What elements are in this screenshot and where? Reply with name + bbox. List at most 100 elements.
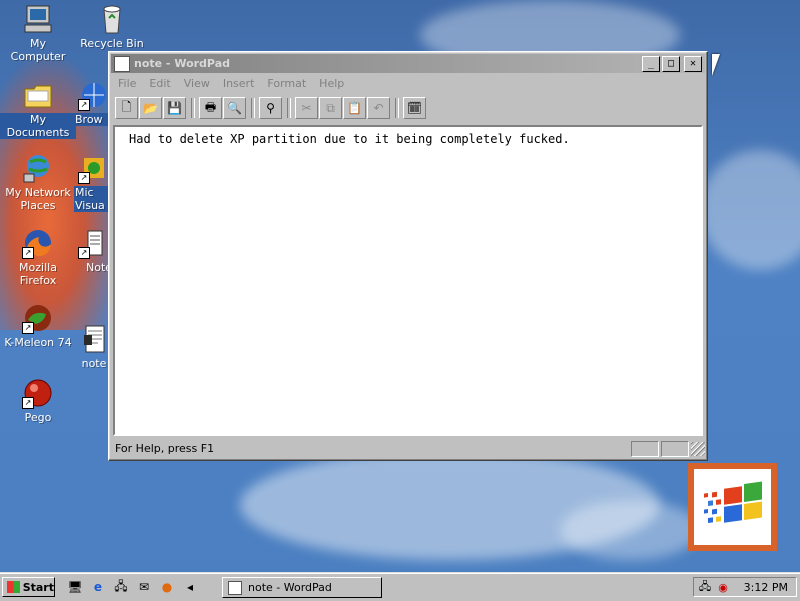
desktop-icon-mozilla-firefox[interactable]: ↗ Mozilla Firefox — [0, 227, 76, 287]
desktop-icon-my-network-places[interactable]: My Network Places — [0, 152, 76, 212]
media-icon[interactable]: ◂ — [181, 578, 199, 596]
pego-icon: ↗ — [22, 377, 54, 409]
desktop-icon-my-computer[interactable]: My Computer — [0, 3, 76, 63]
windows-flag-icon — [704, 481, 762, 524]
system-tray: 🖧 ◉ 3:12 PM — [693, 577, 797, 597]
desktop-icon-label: My Documents — [0, 113, 76, 139]
title-bar[interactable]: note - WordPad _ □ ✕ — [111, 54, 705, 73]
new-document-icon: 🗋 — [121, 99, 132, 114]
toolbar: 🗋 📂 💾 🖶 🔍 ⚲ ✂ ⧉ 📋 ↶ 🗓 — [115, 95, 427, 121]
mouse-pointer-icon — [712, 54, 728, 76]
desktop-icon-label: K-Meleon 74 — [4, 336, 72, 349]
undo-icon: ↶ — [373, 101, 384, 115]
desktop-icon-recycle-bin[interactable]: Recycle Bin — [74, 3, 150, 50]
document-text[interactable]: Had to delete XP partition due to it bei… — [115, 127, 701, 146]
firefox-icon: ↗ — [22, 227, 54, 259]
desktop-icon-pego[interactable]: ↗ Pego — [0, 377, 76, 424]
desktop-icon-label: Pego — [24, 411, 52, 424]
printer-icon: 🖶 — [204, 99, 217, 114]
minimize-button[interactable]: _ — [642, 55, 660, 72]
print-preview-button[interactable]: 🔍 — [223, 97, 246, 119]
shortcut-arrow-icon: ↗ — [78, 172, 90, 184]
windows-flag-icon — [7, 581, 20, 593]
browser-icon: ↗ — [78, 79, 110, 111]
menu-view[interactable]: View — [177, 77, 216, 90]
desktop-icon-k-meleon[interactable]: ↗ K-Meleon 74 — [0, 302, 76, 349]
windows-logo-panel — [694, 469, 771, 545]
window-title: note - WordPad — [134, 57, 230, 70]
scissors-icon: ✂ — [301, 101, 312, 115]
taskbar-button-wordpad[interactable]: note - WordPad — [222, 577, 382, 598]
desktop-icon-label: Recycle Bin — [80, 37, 144, 50]
copy-button[interactable]: ⧉ — [319, 97, 342, 119]
shortcut-arrow-icon: ↗ — [78, 99, 90, 111]
toolbar-separator — [395, 98, 399, 118]
toolbar-separator — [191, 98, 195, 118]
start-button[interactable]: Start — [2, 577, 55, 597]
status-pane — [661, 440, 689, 457]
calendar-clock-icon: 🗓 — [406, 101, 423, 115]
date-time-button[interactable]: 🗓 — [403, 97, 426, 119]
close-button[interactable]: ✕ — [684, 55, 702, 72]
shortcut-arrow-icon: ↗ — [22, 397, 34, 409]
print-button[interactable]: 🖶 — [199, 97, 222, 119]
network-tray-icon[interactable]: 🖧 — [698, 580, 712, 594]
show-desktop-icon[interactable]: 🖥 — [66, 578, 84, 596]
menu-format[interactable]: Format — [260, 77, 312, 90]
document-area[interactable]: Had to delete XP partition due to it bei… — [113, 125, 703, 436]
taskbar: Start 🖥 e 🖧 ✉ ● ◂ note - WordPad 🖧 ◉ 3:1… — [0, 572, 800, 601]
clock[interactable]: 3:12 PM — [744, 581, 788, 594]
quick-launch: 🖥 e 🖧 ✉ ● ◂ — [66, 577, 204, 597]
binoculars-icon: ⚲ — [266, 101, 275, 115]
menu-file[interactable]: File — [111, 77, 142, 90]
recycle-bin-icon — [96, 3, 128, 35]
wallpaper-cloud — [560, 500, 700, 560]
open-button[interactable]: 📂 — [139, 97, 162, 119]
resize-grip-icon[interactable] — [691, 441, 705, 456]
desktop-icon-label: Mozilla Firefox — [19, 261, 57, 287]
menu-edit[interactable]: Edit — [142, 77, 176, 90]
find-button[interactable]: ⚲ — [259, 97, 282, 119]
firefox-icon[interactable]: ● — [158, 578, 176, 596]
kmeleon-icon: ↗ — [22, 302, 54, 334]
outlook-icon[interactable]: ✉ — [135, 578, 153, 596]
desktop-icon-my-documents[interactable]: My Documents — [0, 79, 76, 139]
maximize-button[interactable]: □ — [662, 55, 680, 72]
desktop-icon-label: My Network Places — [5, 186, 71, 212]
internet-explorer-icon[interactable]: e — [89, 578, 107, 596]
network-icon — [22, 152, 54, 184]
paste-button[interactable]: 📋 — [343, 97, 366, 119]
toolbar-separator — [287, 98, 291, 118]
undo-button[interactable]: ↶ — [367, 97, 390, 119]
visual-icon: ↗ — [78, 152, 110, 184]
menu-insert[interactable]: Insert — [216, 77, 261, 90]
windows-logo — [688, 463, 777, 551]
toolbar-separator — [251, 98, 255, 118]
volume-tray-icon[interactable]: ◉ — [716, 580, 730, 594]
notepad-icon: ↗ — [78, 227, 110, 259]
save-button[interactable]: 💾 — [163, 97, 186, 119]
status-text: For Help, press F1 — [115, 442, 215, 455]
wallpaper-cloud — [700, 150, 800, 270]
wordpad-app-icon[interactable] — [114, 55, 130, 72]
save-disk-icon: 💾 — [167, 101, 182, 115]
folder-icon — [22, 79, 54, 111]
menu-help[interactable]: Help — [312, 77, 350, 90]
open-folder-icon: 📂 — [143, 101, 158, 115]
cut-button[interactable]: ✂ — [295, 97, 318, 119]
menu-bar: File Edit View Insert Format Help — [111, 74, 705, 92]
wordpad-app-icon — [228, 580, 242, 595]
status-bar: For Help, press F1 — [111, 440, 705, 457]
desktop-icon-label: My Computer — [10, 37, 66, 63]
wordpad-doc-icon — [78, 323, 110, 355]
new-document-button[interactable]: 🗋 — [115, 97, 138, 119]
computer-icon — [22, 3, 54, 35]
network-icon[interactable]: 🖧 — [112, 578, 130, 596]
shortcut-arrow-icon: ↗ — [22, 247, 34, 259]
status-pane — [631, 440, 659, 457]
task-label: note - WordPad — [248, 581, 332, 594]
shortcut-arrow-icon: ↗ — [22, 322, 34, 334]
wordpad-window[interactable]: note - WordPad _ □ ✕ File Edit View Inse… — [108, 51, 708, 461]
print-preview-icon: 🔍 — [227, 101, 242, 115]
paste-icon: 📋 — [347, 101, 362, 115]
